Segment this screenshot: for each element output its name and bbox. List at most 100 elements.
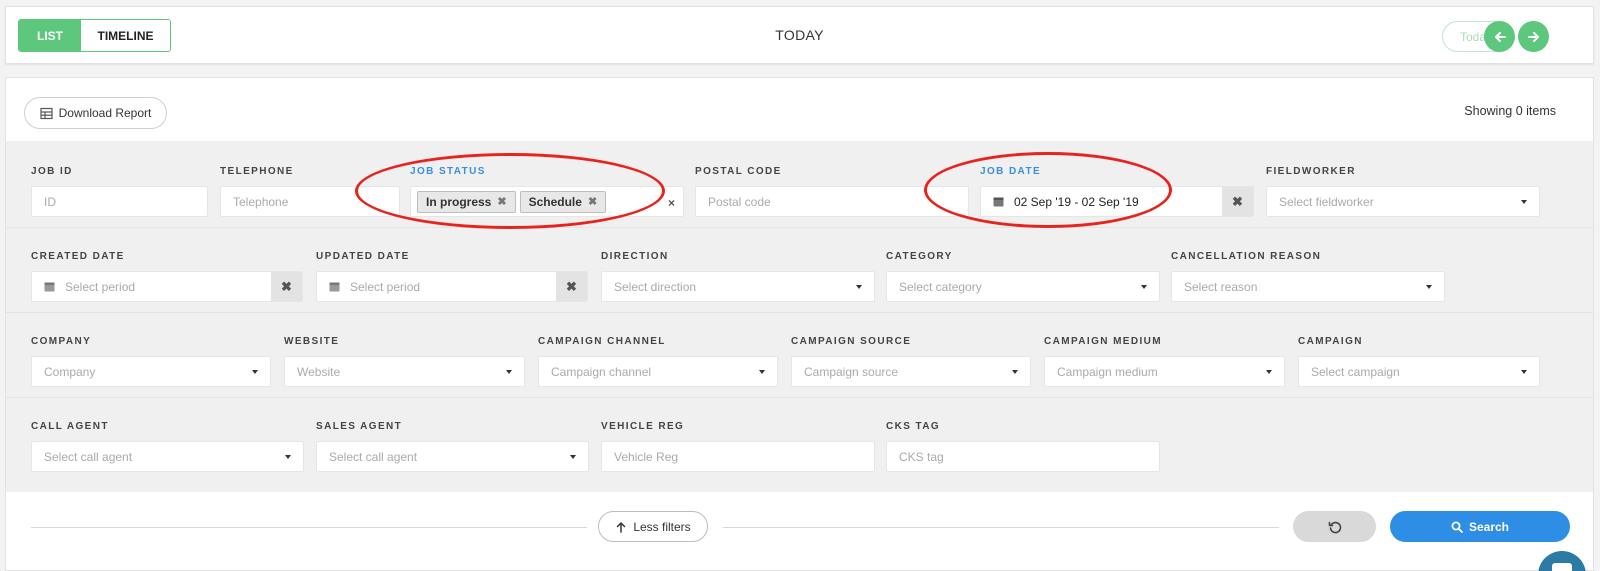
arrow-right-icon <box>1527 31 1539 42</box>
close-icon: ✖ <box>281 278 292 294</box>
items-count: Showing 0 items <box>1464 104 1556 118</box>
chevron-down-icon <box>285 455 291 459</box>
sales-agent-placeholder: Select call agent <box>329 449 418 464</box>
filters-panel: JOB ID ID TELEPHONE Telephone JOB STATUS… <box>6 141 1593 492</box>
arrow-up-icon <box>617 521 626 533</box>
campaign-placeholder: Select campaign <box>1311 364 1400 379</box>
chevron-down-icon <box>506 370 512 374</box>
updated-date-picker[interactable]: Select period ✖ <box>316 271 588 302</box>
campaign-source-label: CAMPAIGN SOURCE <box>791 336 912 347</box>
download-report-button[interactable]: Download Report <box>24 97 167 129</box>
postal-code-label: POSTAL CODE <box>695 166 782 177</box>
job-date-label: JOB DATE <box>980 166 1042 177</box>
postal-code-placeholder: Postal code <box>708 194 771 209</box>
campaign-source-placeholder: Campaign source <box>804 364 899 379</box>
table-icon <box>40 107 53 119</box>
job-status-select[interactable]: In progress ✖ Schedule ✖ × <box>410 186 684 217</box>
telephone-placeholder: Telephone <box>233 194 289 209</box>
direction-placeholder: Select direction <box>614 279 697 294</box>
download-report-label: Download Report <box>58 106 152 120</box>
telephone-label: TELEPHONE <box>220 166 294 177</box>
undo-icon <box>1328 521 1341 533</box>
chat-icon <box>1552 563 1572 571</box>
postal-code-input[interactable]: Postal code <box>695 186 969 217</box>
chevron-down-icon <box>252 370 258 374</box>
telephone-input[interactable]: Telephone <box>220 186 400 217</box>
campaign-channel-label: CAMPAIGN CHANNEL <box>538 336 666 347</box>
created-date-picker[interactable]: Select period ✖ <box>31 271 303 302</box>
chevron-down-icon <box>570 455 576 459</box>
website-placeholder: Website <box>297 364 341 379</box>
clear-status-icon[interactable]: × <box>668 196 675 210</box>
status-tag[interactable]: In progress ✖ <box>417 190 516 213</box>
category-label: CATEGORY <box>886 251 953 262</box>
cks-tag-label: CKS TAG <box>886 421 941 432</box>
row-divider <box>6 397 1593 398</box>
reset-filters-button[interactable] <box>1293 511 1376 542</box>
vehicle-reg-input[interactable]: Vehicle Reg <box>601 441 875 472</box>
divider-line <box>31 527 587 528</box>
top-bar: LIST TIMELINE TODAY Today <box>5 6 1594 64</box>
chevron-down-icon <box>1012 370 1018 374</box>
chevron-down-icon <box>1521 200 1527 204</box>
clear-created-date-button[interactable]: ✖ <box>271 272 302 301</box>
campaign-channel-select[interactable]: Campaign channel <box>538 356 778 387</box>
less-filters-button[interactable]: Less filters <box>598 511 708 542</box>
campaign-source-select[interactable]: Campaign source <box>791 356 1031 387</box>
row-divider <box>6 227 1593 228</box>
main-panel: Download Report Showing 0 items JOB ID I… <box>5 77 1594 571</box>
page-title: TODAY <box>775 27 824 43</box>
close-icon: ✖ <box>566 278 577 294</box>
website-select[interactable]: Website <box>284 356 525 387</box>
chevron-down-icon <box>759 370 765 374</box>
campaign-medium-select[interactable]: Campaign medium <box>1044 356 1285 387</box>
category-select[interactable]: Select category <box>886 271 1160 302</box>
cancellation-reason-placeholder: Select reason <box>1184 279 1258 294</box>
company-select[interactable]: Company <box>31 356 271 387</box>
status-tag-label: Schedule <box>528 194 582 209</box>
clear-updated-date-button[interactable]: ✖ <box>556 272 587 301</box>
job-id-input[interactable]: ID <box>31 186 208 217</box>
updated-date-label: UPDATED DATE <box>316 251 410 262</box>
calendar-icon <box>993 197 1004 207</box>
previous-button[interactable] <box>1484 21 1515 52</box>
clear-job-date-button[interactable]: ✖ <box>1222 187 1253 216</box>
less-filters-label: Less filters <box>633 519 691 534</box>
next-button[interactable] <box>1518 21 1549 52</box>
call-agent-select[interactable]: Select call agent <box>31 441 304 472</box>
job-status-label: JOB STATUS <box>410 166 486 177</box>
search-button[interactable]: Search <box>1390 511 1570 542</box>
updated-date-placeholder: Select period <box>350 279 421 294</box>
job-id-label: JOB ID <box>31 166 73 177</box>
calendar-icon <box>44 282 55 292</box>
vehicle-reg-placeholder: Vehicle Reg <box>614 449 679 464</box>
search-icon <box>1451 521 1463 533</box>
vehicle-reg-label: VEHICLE REG <box>601 421 685 432</box>
direction-label: DIRECTION <box>601 251 669 262</box>
call-agent-label: CALL AGENT <box>31 421 109 432</box>
status-tag-label: In progress <box>426 194 492 209</box>
fieldworker-select[interactable]: Select fieldworker <box>1266 186 1540 217</box>
campaign-select[interactable]: Select campaign <box>1298 356 1540 387</box>
search-label: Search <box>1468 519 1510 534</box>
arrow-left-icon <box>1494 31 1506 42</box>
remove-tag-icon[interactable]: ✖ <box>588 195 597 208</box>
job-date-picker[interactable]: 02 Sep '19 - 02 Sep '19 ✖ <box>980 186 1254 217</box>
created-date-placeholder: Select period <box>65 279 136 294</box>
job-id-placeholder: ID <box>44 194 56 209</box>
remove-tag-icon[interactable]: ✖ <box>497 195 506 208</box>
cks-tag-input[interactable]: CKS tag <box>886 441 1160 472</box>
direction-select[interactable]: Select direction <box>601 271 875 302</box>
website-label: WEBSITE <box>284 336 340 347</box>
campaign-medium-label: CAMPAIGN MEDIUM <box>1044 336 1163 347</box>
fieldworker-placeholder: Select fieldworker <box>1279 194 1374 209</box>
status-tag[interactable]: Schedule ✖ <box>519 190 607 213</box>
close-icon: ✖ <box>1232 193 1243 209</box>
cancellation-reason-label: CANCELLATION REASON <box>1171 251 1322 262</box>
job-date-value: 02 Sep '19 - 02 Sep '19 <box>1014 194 1139 209</box>
sales-agent-select[interactable]: Select call agent <box>316 441 589 472</box>
campaign-channel-placeholder: Campaign channel <box>551 364 652 379</box>
company-placeholder: Company <box>44 364 96 379</box>
cancellation-reason-select[interactable]: Select reason <box>1171 271 1445 302</box>
company-label: COMPANY <box>31 336 92 347</box>
